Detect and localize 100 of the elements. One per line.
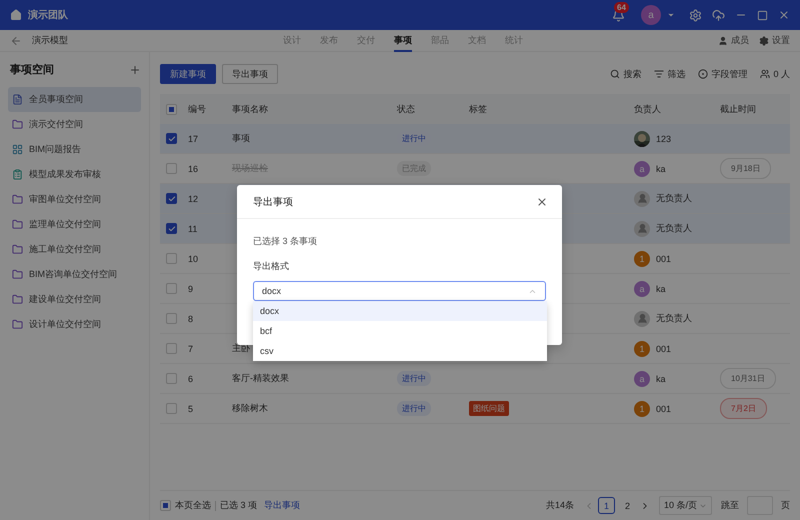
sidebar-title: 事项空间 <box>10 62 54 77</box>
table-cell: 客厅-精装效果 <box>232 372 289 385</box>
settings-button[interactable]: 设置 <box>759 34 790 47</box>
table-cell: 16 <box>188 164 198 174</box>
avatar: 1 <box>634 340 650 356</box>
jump-label: 跳至 <box>721 499 739 512</box>
close-icon[interactable] <box>536 196 548 208</box>
format-label: 导出格式 <box>253 260 289 273</box>
settings-icon[interactable] <box>689 8 702 22</box>
add-icon[interactable] <box>129 64 141 76</box>
table-cell: 001 <box>656 344 672 354</box>
deadline-tag: 10月31日 <box>720 368 776 389</box>
team-name: 演示团队 <box>28 8 68 22</box>
new-item-button[interactable]: 新建事项 <box>160 64 216 84</box>
members-button[interactable]: 成员 <box>718 34 749 47</box>
table-cell: 无负责人 <box>656 312 692 325</box>
notification-count: 64 <box>614 2 629 12</box>
table-cell: 10 <box>188 254 198 264</box>
page-select-checkbox[interactable] <box>160 500 171 511</box>
row-checkbox[interactable] <box>166 133 177 144</box>
table-cell: 移除树木 <box>232 402 268 415</box>
sidebar-item[interactable]: 施工单位交付空间 <box>8 237 141 262</box>
page-unit: 页 <box>781 499 790 512</box>
table-cell: 5 <box>188 404 194 414</box>
table-cell: 9 <box>188 284 194 294</box>
avatar: a <box>634 160 650 176</box>
sidebar-item[interactable]: BIM问题报告 <box>8 137 141 162</box>
table-cell: ka <box>656 164 666 174</box>
sidebar-item[interactable]: 设计单位交付空间 <box>8 312 141 337</box>
deadline-tag: 7月2日 <box>720 398 767 419</box>
column-header: 标签 <box>469 102 487 116</box>
search-button[interactable]: 搜索 <box>610 68 642 80</box>
sidebar-item[interactable]: BIM咨询单位交付空间 <box>8 262 141 287</box>
format-select[interactable]: docx <box>253 281 546 301</box>
sidebar-item[interactable]: 全员事项空间 <box>8 87 141 112</box>
row-checkbox[interactable] <box>166 193 177 204</box>
export-button[interactable]: 导出事项 <box>222 64 278 84</box>
table-cell: ka <box>656 284 666 294</box>
fields-button[interactable]: 字段管理 <box>698 68 748 80</box>
person-icon <box>634 310 650 326</box>
dialog-title: 导出事项 <box>253 196 293 208</box>
deadline-tag: 9月18日 <box>720 158 772 179</box>
row-checkbox[interactable] <box>166 223 177 234</box>
column-header: 事项名称 <box>232 102 268 116</box>
caret-icon[interactable] <box>667 11 675 19</box>
table-cell: 001 <box>656 404 672 414</box>
format-option[interactable]: docx <box>253 301 547 321</box>
column-header: 截止时间 <box>720 102 756 116</box>
table-cell: 无负责人 <box>656 222 692 235</box>
user-avatar[interactable]: a <box>641 5 661 25</box>
status-tag: 进行中 <box>397 371 431 386</box>
table-cell: 17 <box>188 134 198 144</box>
project-name: 演示模型 <box>32 34 68 47</box>
page-button[interactable]: 1 <box>598 497 615 514</box>
table-cell: 7 <box>188 344 194 354</box>
select-all-label: 本页全选 <box>175 499 211 512</box>
person-icon <box>634 190 650 206</box>
sidebar-item[interactable]: 模型成果发布审核 <box>8 162 141 187</box>
select-all-checkbox[interactable] <box>166 104 177 114</box>
home-icon[interactable] <box>10 9 22 21</box>
sidebar-item[interactable]: 建设单位交付空间 <box>8 287 141 312</box>
settings-icon <box>759 36 769 46</box>
people-button[interactable]: 0 人 <box>760 68 790 80</box>
selected-count: 已选 3 项 <box>220 499 258 512</box>
sidebar-item[interactable]: 演示交付空间 <box>8 112 141 137</box>
table-cell: 001 <box>656 254 672 264</box>
people-icon <box>760 69 770 79</box>
search-icon <box>610 69 620 79</box>
close-icon[interactable] <box>778 9 790 21</box>
person-icon <box>718 36 728 46</box>
export-link[interactable]: 导出事项 <box>264 499 300 512</box>
back-icon[interactable] <box>10 34 22 46</box>
avatar: a <box>634 280 650 296</box>
column-header: 负责人 <box>634 102 661 116</box>
bell-icon[interactable] <box>612 8 625 22</box>
page-size-select[interactable]: 10 条/页 <box>658 496 712 515</box>
filter-icon <box>654 69 664 79</box>
table-cell: 12 <box>188 194 198 204</box>
maximize-icon[interactable] <box>757 10 768 20</box>
table-cell: 无负责人 <box>656 192 692 205</box>
selection-summary: 已选择 3 条事项 <box>253 235 318 248</box>
table-cell: 11 <box>188 224 198 234</box>
column-header: 编号 <box>188 102 206 116</box>
sidebar-item[interactable]: 监理单位交付空间 <box>8 212 141 237</box>
status-tag: 进行中 <box>397 401 431 416</box>
nav-tab[interactable]: 事项 <box>394 30 412 52</box>
filter-button[interactable]: 筛选 <box>654 68 686 80</box>
cloud-upload-icon[interactable] <box>712 8 725 22</box>
avatar: a <box>634 370 650 386</box>
format-option[interactable]: bcf <box>253 321 547 341</box>
table-cell: 8 <box>188 314 194 324</box>
avatar: 1 <box>634 400 650 416</box>
format-option[interactable]: csv <box>253 341 547 361</box>
target-icon <box>698 69 708 79</box>
column-header: 状态 <box>397 102 415 116</box>
sidebar-item[interactable]: 审图单位交付空间 <box>8 187 141 212</box>
avatar: 1 <box>634 250 650 266</box>
table-cell: 6 <box>188 374 194 384</box>
table-cell: ka <box>656 374 666 384</box>
table-cell: 事项 <box>232 132 250 145</box>
